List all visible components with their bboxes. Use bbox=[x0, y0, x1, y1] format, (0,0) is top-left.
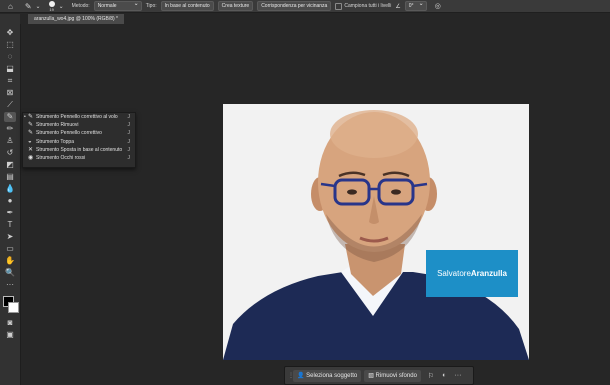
screen-mode-icon[interactable]: ▣ bbox=[4, 330, 16, 340]
toolbar: ✥ ⬚ ◌ ⬓ ⌗ ⊠ ⟋ ✎ ✏ ♙ ↺ ◩ ▤ 💧 ● ✒ T ➤ ▭ ✋ … bbox=[0, 14, 21, 385]
content-aware-button[interactable]: In base al contenuto bbox=[160, 1, 214, 11]
pin-bar-icon[interactable]: ⚐ bbox=[428, 372, 434, 380]
angle-icon: ∠ bbox=[395, 3, 401, 10]
image-icon: ▧ bbox=[368, 372, 374, 379]
pressure-icon[interactable]: ◎ bbox=[435, 2, 441, 10]
adjust-icon[interactable]: ◐ bbox=[442, 372, 446, 379]
contextual-task-bar: ⋮ 👤 Seleziona soggetto ▧ Rimuovi sfondo … bbox=[284, 366, 474, 385]
document-tab-bar: aranzulla_wo4.jpg @ 100% (RGB/8) * bbox=[20, 14, 610, 24]
document-tab[interactable]: aranzulla_wo4.jpg @ 100% (RGB/8) * bbox=[28, 14, 125, 24]
document-canvas[interactable] bbox=[223, 104, 529, 360]
zoom-icon[interactable]: 🔍 bbox=[4, 268, 16, 278]
portrait-photo bbox=[223, 104, 529, 360]
type-label: Tipo: bbox=[145, 3, 157, 9]
active-bullet-icon: • bbox=[24, 114, 26, 120]
options-bar: ⌂ ✎ ⌄ 19 ⌄ Metodo: Normale Tipo: In base… bbox=[0, 0, 610, 13]
spot-healing-brush-icon: ✎ bbox=[28, 114, 34, 120]
more-tools-icon[interactable]: ··· bbox=[4, 280, 16, 290]
red-eye-icon: ◉ bbox=[28, 154, 34, 161]
create-texture-button[interactable]: Crea texture bbox=[217, 1, 254, 11]
select-subject-button[interactable]: 👤 Seleziona soggetto bbox=[293, 369, 362, 382]
pen-icon[interactable]: ✒ bbox=[4, 208, 16, 218]
quick-mask-icon[interactable]: ◙ bbox=[4, 318, 16, 328]
brush-preset-picker[interactable]: 19 bbox=[48, 0, 55, 12]
angle-field[interactable]: 0° bbox=[404, 0, 427, 11]
spot-healing-brush-icon[interactable]: ✎ bbox=[25, 2, 32, 11]
hand-icon[interactable]: ✋ bbox=[4, 256, 16, 266]
background-color-swatch[interactable] bbox=[8, 302, 19, 313]
remove-tool-icon: ✎ bbox=[28, 122, 34, 129]
flyout-item-content-aware-move[interactable]: ✕ Strumento Sposta in base al contenuto … bbox=[23, 146, 135, 154]
lasso-icon[interactable]: ◌ bbox=[4, 52, 16, 62]
clone-stamp-icon[interactable]: ♙ bbox=[4, 136, 16, 146]
gradient-icon[interactable]: ▤ bbox=[4, 172, 16, 182]
color-swatches[interactable] bbox=[3, 296, 19, 313]
home-icon[interactable]: ⌂ bbox=[8, 2, 13, 11]
flyout-item-patch[interactable]: ◒ Strumento Toppa J bbox=[23, 138, 135, 146]
brand-logo: Salvatore Aranzulla bbox=[426, 250, 518, 297]
brush-icon[interactable]: ✏ bbox=[4, 124, 16, 134]
flyout-item-spot-healing[interactable]: • ✎ Strumento Pennello correttivo al vol… bbox=[23, 113, 135, 121]
marquee-icon[interactable]: ⬚ bbox=[4, 40, 16, 50]
flyout-item-remove[interactable]: ✎ Strumento Rimuovi J bbox=[23, 121, 135, 129]
method-select[interactable]: Normale bbox=[93, 0, 142, 11]
quick-selection-icon[interactable]: ⬓ bbox=[4, 64, 16, 74]
sample-all-layers-toggle[interactable]: Campiona tutti i livelli bbox=[335, 2, 391, 10]
path-selection-icon[interactable]: ➤ bbox=[4, 232, 16, 242]
person-icon: 👤 bbox=[297, 372, 305, 379]
healing-tools-flyout: • ✎ Strumento Pennello correttivo al vol… bbox=[22, 112, 136, 168]
brush-chevron-icon[interactable]: ⌄ bbox=[59, 3, 64, 10]
crop-icon[interactable]: ⌗ bbox=[4, 76, 16, 86]
flyout-item-healing-brush[interactable]: ✎ Strumento Pennello correttivo J bbox=[23, 129, 135, 137]
flyout-item-red-eye[interactable]: ◉ Strumento Occhi rossi J bbox=[23, 154, 135, 162]
frame-icon[interactable]: ⊠ bbox=[4, 88, 16, 98]
rectangle-icon[interactable]: ▭ bbox=[4, 244, 16, 254]
method-label: Metodo: bbox=[71, 3, 90, 9]
content-aware-move-icon: ✕ bbox=[28, 146, 34, 153]
proximity-match-button[interactable]: Corrispondenza per vicinanza bbox=[257, 1, 332, 11]
more-options-icon[interactable]: ··· bbox=[454, 372, 461, 379]
blur-icon[interactable]: 💧 bbox=[4, 184, 16, 194]
patch-icon: ◒ bbox=[28, 138, 32, 145]
healing-brush-icon: ✎ bbox=[28, 130, 34, 137]
remove-background-button[interactable]: ▧ Rimuovi sfondo bbox=[364, 369, 421, 382]
type-icon[interactable]: T bbox=[4, 220, 16, 230]
move-icon[interactable]: ✥ bbox=[4, 28, 16, 38]
dodge-icon[interactable]: ● bbox=[4, 196, 16, 206]
spot-healing-tool-icon[interactable]: ✎ bbox=[4, 112, 16, 122]
eyedropper-icon[interactable]: ⟋ bbox=[4, 100, 16, 110]
sample-all-layers-checkbox[interactable] bbox=[335, 2, 343, 10]
eraser-icon[interactable]: ◩ bbox=[4, 160, 16, 170]
history-brush-icon[interactable]: ↺ bbox=[4, 148, 16, 158]
tool-preset-chevron-icon[interactable]: ⌄ bbox=[36, 3, 41, 10]
